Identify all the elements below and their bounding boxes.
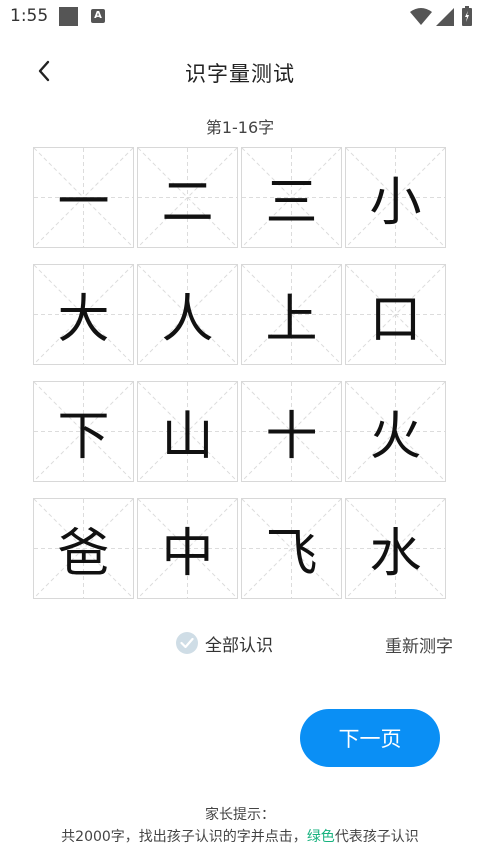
char-cell[interactable]: 口: [345, 264, 446, 365]
char-label: 下: [57, 407, 110, 467]
char-label: 爸: [57, 524, 110, 584]
char-cell[interactable]: 爸: [33, 498, 134, 599]
tip-body-suffix: 代表孩子认识: [334, 829, 419, 845]
char-label: 口: [369, 290, 422, 350]
char-label: 大: [57, 290, 110, 350]
char-cell[interactable]: 人: [137, 264, 238, 365]
tip-body: 共2000字，找出孩子认识的字并点击，绿色代表孩子认识: [0, 826, 480, 846]
char-cell[interactable]: 二: [137, 147, 238, 248]
char-label: 山: [161, 407, 214, 467]
char-label: 飞: [265, 524, 318, 584]
char-cell[interactable]: 大: [33, 264, 134, 365]
char-label: 火: [369, 407, 422, 467]
char-cell[interactable]: 上: [241, 264, 342, 365]
next-page-button[interactable]: 下一页: [300, 709, 440, 767]
status-bar: 1:55 A: [0, 0, 480, 34]
status-time: 1:55: [10, 6, 49, 26]
char-label: 水: [369, 524, 422, 584]
char-label: 十: [265, 407, 318, 467]
char-cell[interactable]: 火: [345, 381, 446, 482]
tip-body-prefix: 共2000字，找出孩子认识的字并点击，: [61, 829, 307, 845]
char-label: 小: [369, 173, 422, 233]
notification-square-icon: [59, 7, 78, 26]
tip-title: 家长提示：: [205, 807, 275, 823]
char-cell[interactable]: 小: [345, 147, 446, 248]
char-cell[interactable]: 三: [241, 147, 342, 248]
char-cell[interactable]: 山: [137, 381, 238, 482]
char-label: 三: [265, 173, 318, 233]
signal-icon: [436, 8, 454, 26]
all-known-toggle[interactable]: 全部认识: [176, 631, 273, 656]
char-cell[interactable]: 下: [33, 381, 134, 482]
char-cell[interactable]: 十: [241, 381, 342, 482]
tip-body-highlight: 绿色: [306, 829, 335, 845]
check-circle-icon: [176, 632, 198, 654]
char-label: 中: [161, 524, 214, 584]
range-label: 第1-16字: [205, 118, 275, 137]
char-label: 人: [161, 290, 214, 350]
app-bar: 识字量测试: [0, 46, 480, 96]
char-label: 一: [57, 173, 110, 233]
retest-button[interactable]: 重新测字: [385, 632, 453, 657]
a-badge-icon: A: [91, 9, 105, 23]
char-label: 二: [161, 173, 214, 233]
all-known-label: 全部认识: [205, 635, 273, 656]
char-label: 上: [265, 290, 318, 350]
char-cell[interactable]: 水: [345, 498, 446, 599]
char-cell[interactable]: 飞: [241, 498, 342, 599]
char-cell[interactable]: 中: [137, 498, 238, 599]
char-cell[interactable]: 一: [33, 147, 134, 248]
wifi-icon: [410, 8, 432, 25]
battery-icon: [462, 6, 472, 26]
character-grid: 一二三小大人上口下山十火爸中飞水: [33, 147, 447, 603]
page-title: 识字量测试: [185, 62, 295, 86]
